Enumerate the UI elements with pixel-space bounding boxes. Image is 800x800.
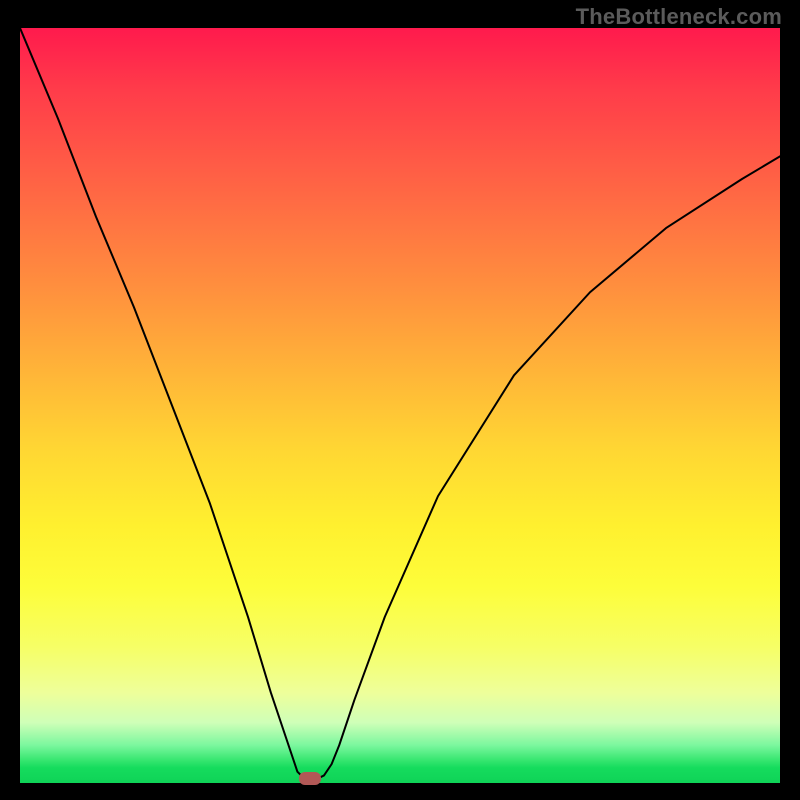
watermark-text: TheBottleneck.com xyxy=(576,4,782,30)
chart-container: TheBottleneck.com xyxy=(0,0,800,800)
plot-area xyxy=(20,28,780,783)
curve-svg xyxy=(20,28,780,783)
optimum-marker xyxy=(299,772,321,785)
bottleneck-curve xyxy=(20,28,780,779)
